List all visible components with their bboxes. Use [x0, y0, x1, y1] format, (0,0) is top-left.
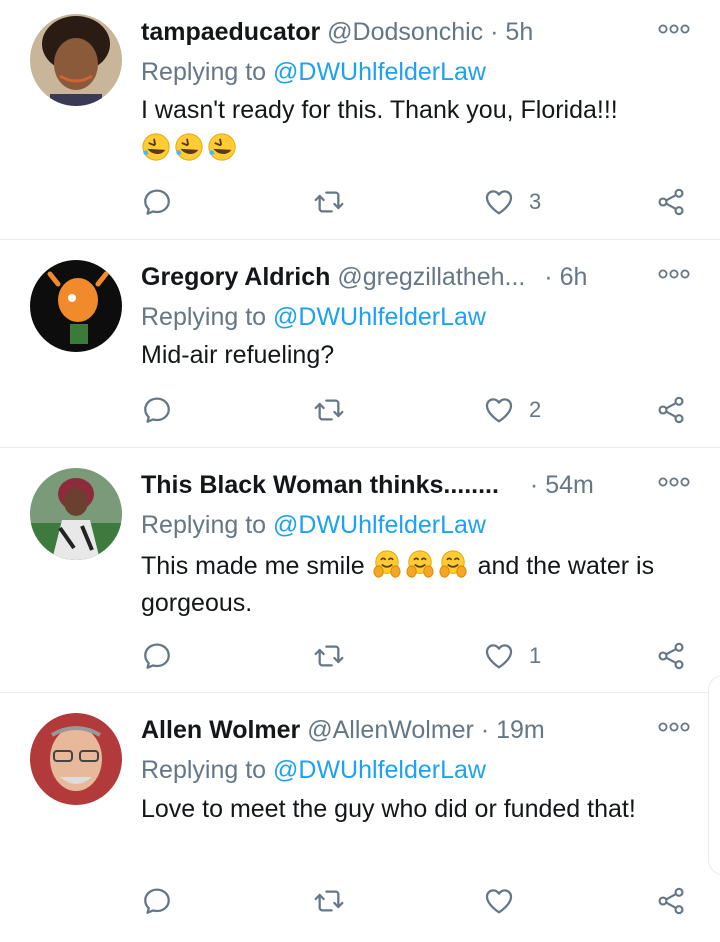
reply-icon: [141, 640, 173, 672]
display-name[interactable]: Gregory Aldrich: [141, 263, 330, 291]
share-button[interactable]: [655, 184, 687, 220]
separator-dot: ·: [544, 263, 553, 291]
tweet[interactable]: tampaeducator @Dodsonchic · 5h Replying …: [0, 0, 720, 240]
retweet-icon: [313, 186, 345, 218]
user-handle[interactable]: @Dodsonchic: [327, 18, 483, 46]
tweet[interactable]: This Black Woman thinks........ · 54m Re…: [0, 448, 720, 693]
retweet-icon: [313, 885, 345, 917]
tweet-text: Mid-air refueling?: [141, 337, 690, 374]
share-icon: [655, 640, 687, 672]
share-button[interactable]: [655, 883, 687, 919]
like-count: 2: [529, 397, 542, 422]
separator-dot: ·: [529, 471, 539, 499]
reply-feed: tampaeducator @Dodsonchic · 5h Replying …: [0, 0, 720, 942]
tweet-header: Allen Wolmer @AllenWolmer · 19m: [141, 713, 690, 747]
replying-to: Replying to @DWUhlfelderLaw: [141, 300, 486, 334]
avatar[interactable]: [30, 260, 122, 352]
tweet-text: Love to meet the guy who did or funded t…: [141, 791, 690, 828]
tweet-header: Gregory Aldrich @gregzillatheh... · 6h: [141, 260, 690, 294]
avatar[interactable]: [30, 14, 122, 106]
tweet-header: This Black Woman thinks........ · 54m: [141, 468, 690, 502]
separator-dot: ·: [490, 18, 499, 46]
mention-link[interactable]: @DWUhlfelderLaw: [273, 756, 486, 784]
rofl-emoji-icon: [141, 132, 171, 162]
scroll-handle[interactable]: [708, 675, 720, 875]
tweet-actions: 2: [141, 392, 701, 428]
retweet-icon: [313, 394, 345, 426]
tweet-body: This made me smile: [141, 552, 365, 580]
replying-to-label: Replying to: [141, 58, 267, 86]
tweet-text: This made me smile and the water is gorg…: [141, 548, 690, 622]
tweet-body: Love to meet the guy who did or funded t…: [141, 795, 636, 823]
reply-icon: [141, 885, 173, 917]
reply-button[interactable]: [141, 638, 173, 674]
heart-icon: [483, 885, 515, 917]
retweet-button[interactable]: [313, 883, 345, 919]
tweet[interactable]: Gregory Aldrich @gregzillatheh... · 6h R…: [0, 240, 720, 448]
like-button[interactable]: 3: [483, 184, 541, 220]
emoji-row: [141, 131, 690, 168]
hugging-emoji-icon: [438, 549, 468, 579]
tweet-actions: 3: [141, 184, 701, 220]
tweet-text: I wasn't ready for this. Thank you, Flor…: [141, 92, 690, 168]
retweet-button[interactable]: [313, 184, 345, 220]
rofl-emoji-icon: [207, 132, 237, 162]
user-handle[interactable]: @AllenWolmer: [307, 716, 474, 744]
like-button[interactable]: 1: [483, 638, 541, 674]
replying-to: Replying to @DWUhlfelderLaw: [141, 55, 486, 89]
share-icon: [655, 186, 687, 218]
more-options-icon[interactable]: [658, 720, 690, 740]
like-count: 3: [529, 189, 542, 214]
heart-icon: [483, 186, 515, 218]
share-button[interactable]: [655, 392, 687, 428]
like-button[interactable]: 2: [483, 392, 541, 428]
retweet-button[interactable]: [313, 638, 345, 674]
mention-link[interactable]: @DWUhlfelderLaw: [273, 303, 486, 331]
hugging-emoji-icon: [372, 549, 402, 579]
reply-button[interactable]: [141, 184, 173, 220]
tweet-body: Mid-air refueling?: [141, 341, 335, 369]
share-button[interactable]: [655, 638, 687, 674]
hugging-emoji-icon: [405, 549, 435, 579]
replying-to-label: Replying to: [141, 511, 267, 539]
reply-button[interactable]: [141, 883, 173, 919]
reply-icon: [141, 186, 173, 218]
heart-icon: [483, 640, 515, 672]
tweet-actions: [141, 883, 701, 919]
reply-icon: [141, 394, 173, 426]
user-handle[interactable]: @gregzillatheh...: [337, 263, 525, 291]
like-count: 1: [529, 643, 542, 668]
timestamp[interactable]: 54m: [545, 471, 594, 499]
reply-button[interactable]: [141, 392, 173, 428]
replying-to-label: Replying to: [141, 756, 267, 784]
mention-link[interactable]: @DWUhlfelderLaw: [273, 511, 486, 539]
replying-to-label: Replying to: [141, 303, 267, 331]
replying-to: Replying to @DWUhlfelderLaw: [141, 753, 486, 787]
retweet-icon: [313, 640, 345, 672]
replying-to: Replying to @DWUhlfelderLaw: [141, 508, 486, 542]
avatar[interactable]: [30, 468, 122, 560]
display-name[interactable]: This Black Woman thinks........: [141, 471, 499, 499]
like-button[interactable]: [483, 883, 529, 919]
tweet[interactable]: Allen Wolmer @AllenWolmer · 19m Replying…: [0, 693, 720, 942]
more-options-icon[interactable]: [658, 475, 690, 495]
display-name[interactable]: Allen Wolmer: [141, 716, 300, 744]
more-options-icon[interactable]: [658, 267, 690, 287]
tweet-body: I wasn't ready for this. Thank you, Flor…: [141, 96, 618, 124]
timestamp[interactable]: 19m: [496, 716, 545, 744]
separator-dot: ·: [480, 716, 490, 744]
tweet-actions: 1: [141, 638, 701, 674]
display-name[interactable]: tampaeducator: [141, 18, 320, 46]
tweet-header: tampaeducator @Dodsonchic · 5h: [141, 15, 690, 49]
mention-link[interactable]: @DWUhlfelderLaw: [273, 58, 486, 86]
retweet-button[interactable]: [313, 392, 345, 428]
rofl-emoji-icon: [174, 132, 204, 162]
timestamp[interactable]: 6h: [560, 263, 588, 291]
avatar[interactable]: [30, 713, 122, 805]
heart-icon: [483, 394, 515, 426]
more-options-icon[interactable]: [658, 22, 690, 42]
timestamp[interactable]: 5h: [505, 18, 533, 46]
share-icon: [655, 394, 687, 426]
share-icon: [655, 885, 687, 917]
